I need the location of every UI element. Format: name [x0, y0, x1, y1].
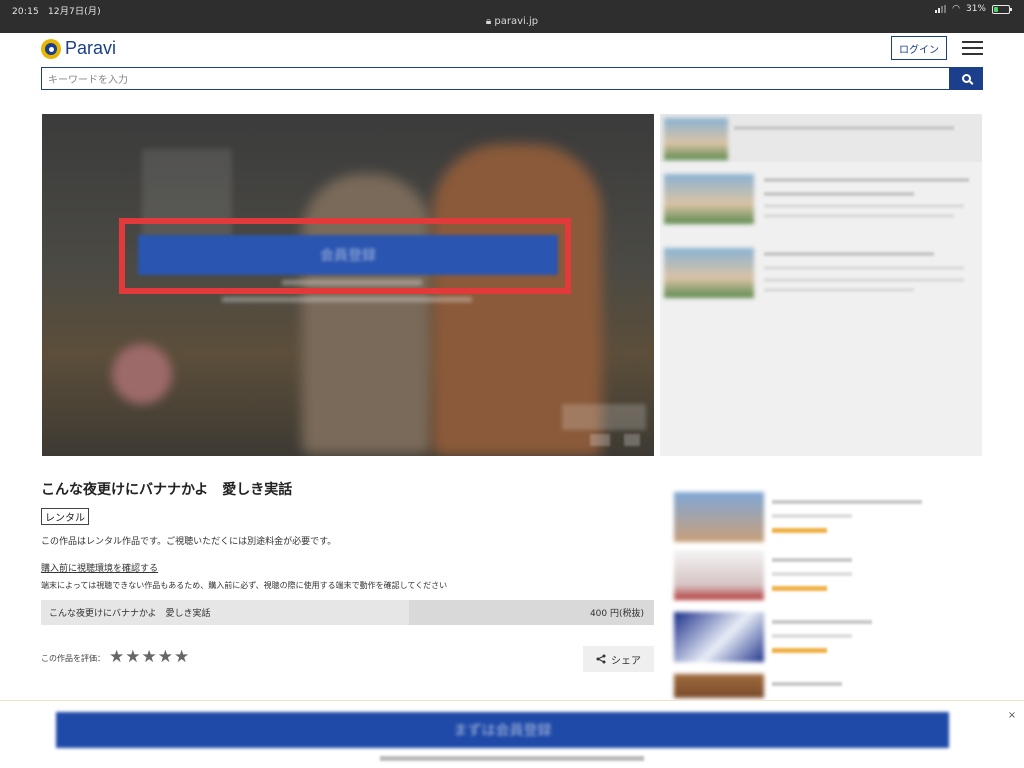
share-label: シェア	[611, 655, 641, 667]
paravi-logo[interactable]: Paravi	[41, 38, 116, 59]
related-item[interactable]	[660, 244, 982, 304]
close-icon[interactable]: ×	[1006, 709, 1018, 721]
related-blurred-text	[764, 278, 964, 282]
video-player[interactable]: 会員登録	[42, 114, 654, 456]
address-url: paravi.jp	[494, 16, 539, 27]
star-icon[interactable]: ★	[174, 649, 189, 666]
fullscreen-icon[interactable]	[624, 434, 640, 446]
recommendation-blurred-text	[772, 558, 852, 562]
rate-label: この作品を評価：	[41, 654, 105, 663]
related-thumbnail	[664, 174, 754, 224]
star-icon[interactable]: ★	[158, 649, 173, 666]
bottom-blurred-text	[380, 756, 644, 761]
share-button[interactable]: シェア	[583, 646, 654, 672]
star-icon[interactable]: ★	[125, 649, 140, 666]
logo-mark-icon	[41, 38, 61, 59]
hamburger-menu-icon[interactable]	[962, 41, 983, 56]
related-item[interactable]	[660, 114, 982, 162]
recommendation-thumbnail	[674, 612, 764, 662]
related-blurred-text	[764, 214, 954, 218]
share-icon	[596, 654, 606, 664]
related-blurred-text	[764, 192, 914, 196]
recommendation-blurred-text	[772, 500, 922, 504]
recommendation-blurred-text	[772, 620, 872, 624]
star-icon[interactable]: ★	[109, 649, 124, 666]
player-control-button[interactable]	[590, 434, 610, 446]
lock-icon: 🔒︎	[485, 16, 492, 27]
search-button[interactable]	[950, 67, 983, 90]
related-thumbnail	[664, 118, 728, 160]
recommendation-blurred-text	[772, 682, 842, 686]
player-caption-button[interactable]	[562, 404, 646, 430]
recommendation-blurred-text	[772, 514, 852, 518]
player-figure	[112, 344, 172, 404]
rating-stars[interactable]: ★ ★ ★ ★ ★	[109, 649, 189, 666]
related-blurred-text	[734, 126, 954, 130]
battery-icon	[992, 4, 1012, 14]
highlight-annotation	[119, 218, 571, 294]
related-blurred-text	[764, 204, 964, 208]
signal-icon	[935, 5, 947, 13]
star-icon[interactable]: ★	[142, 649, 157, 666]
check-environment-link[interactable]: 購入前に視聴環境を確認する	[41, 561, 158, 574]
address-bar[interactable]: 🔒︎ paravi.jp	[0, 16, 1024, 27]
related-blurred-text	[764, 266, 964, 270]
rental-description: この作品はレンタル作品です。ご視聴いただくには別途料金が必要です。	[41, 537, 337, 547]
page-title: こんな夜更けにバナナかよ 愛しき実話	[41, 482, 293, 498]
related-item[interactable]	[660, 170, 982, 230]
recommendation-thumbnail	[674, 674, 764, 698]
rental-badge: レンタル	[41, 508, 89, 525]
related-blurred-text	[764, 288, 914, 292]
player-blurred-text	[222, 297, 472, 302]
recommendation-blurred-text	[772, 634, 852, 638]
battery-fill	[994, 6, 998, 12]
related-episodes-panel	[660, 114, 982, 456]
search-icon	[962, 74, 971, 83]
price-item-name: こんな夜更けにバナナかよ 愛しき実話	[49, 609, 211, 619]
recommendation-stars	[772, 648, 827, 653]
price-row[interactable]: こんな夜更けにバナナかよ 愛しき実話 400 円(税抜)	[41, 600, 654, 625]
related-thumbnail	[664, 248, 754, 298]
bottom-register-button[interactable]: まずは会員登録	[56, 712, 949, 748]
recommendation-list	[674, 488, 974, 698]
check-environment-note: 端末によっては視聴できない作品もあるため、購入前に必ず、視聴の際に使用する端末で…	[41, 581, 448, 590]
status-indicators: ◠ 31%	[935, 4, 1012, 14]
recommendation-stars	[772, 528, 827, 533]
battery-percent: 31%	[965, 4, 986, 14]
bottom-register-label: まずは会員登録	[453, 723, 552, 739]
recommendation-stars	[772, 586, 827, 591]
recommendation-thumbnail	[674, 550, 764, 600]
login-button[interactable]: ログイン	[891, 36, 947, 60]
recommendation-thumbnail	[674, 492, 764, 542]
search-input[interactable]: キーワードを入力	[41, 67, 950, 90]
logo-text: Paravi	[65, 38, 117, 58]
price-value: 400 円(税抜)	[409, 600, 654, 625]
recommendation-blurred-text	[772, 572, 852, 576]
bottom-cta-bar: まずは会員登録 ×	[0, 700, 1024, 768]
player-figure	[302, 174, 432, 454]
wifi-icon: ◠	[952, 4, 960, 14]
related-blurred-text	[764, 252, 934, 256]
site-header: Paravi ログイン キーワードを入力	[0, 33, 1024, 97]
related-blurred-text	[764, 178, 969, 182]
status-bar: 20:15 12月7日(月) 🔒︎ paravi.jp ◠ 31%	[0, 0, 1024, 33]
